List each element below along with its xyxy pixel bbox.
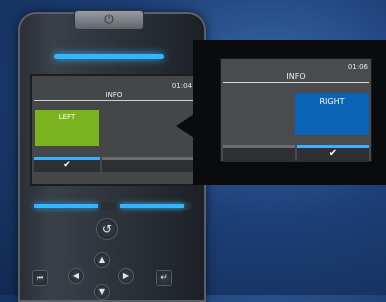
up-arrow-icon: ▲ [98,255,106,264]
left-arrow-icon: ◀ [72,271,80,280]
softkey-light-bar [32,202,192,210]
up-button[interactable]: ▲ [94,252,110,268]
left-arrow-button[interactable]: ◀ [68,268,84,284]
enter-icon: ↵ [160,273,168,283]
screen-title: INFO [105,91,123,99]
back-button[interactable]: ↺ [96,218,118,240]
rewind-button[interactable]: ⏮ [32,270,48,286]
power-button[interactable]: ⏻ [74,10,144,30]
screen-time: 01:04 [171,82,192,90]
check-icon: ✔ [328,148,338,159]
zoom-softkeys: ✔ [223,145,369,162]
rewind-icon: ⏮ [36,274,44,282]
top-indicator-light [54,54,164,59]
zoom-time: 01:06 [347,63,368,71]
right-softkey[interactable] [102,157,194,172]
left-softkey-light [34,204,98,208]
back-icon: ↺ [101,222,113,236]
left-button[interactable]: LEFT [35,110,99,146]
confirm-softkey-zoom[interactable]: ✔ [297,145,369,162]
right-arrow-icon: ▶ [122,271,130,280]
remote-control: ⏻ 01:04 INFO LEFT ✔ ↺ ▲ ◀ ▶ ▼ ⏮ ↵ [18,10,206,302]
zoom-title: INFO [286,72,306,81]
zoom-divider [223,82,369,83]
confirm-softkey[interactable]: ✔ [34,157,100,172]
right-arrow-button[interactable]: ▶ [118,268,134,284]
down-button[interactable]: ▼ [94,284,110,300]
remote-screen: 01:04 INFO LEFT ✔ [30,74,198,186]
check-icon: ✔ [63,160,71,170]
left-softkey[interactable] [223,145,295,162]
enter-button[interactable]: ↵ [156,270,172,286]
screen-softkeys: ✔ [34,157,194,172]
screen-divider [34,100,194,101]
right-button[interactable]: RIGHT [295,93,369,135]
product-illustration: ⏻ 01:04 INFO LEFT ✔ ↺ ▲ ◀ ▶ ▼ ⏮ ↵ 01:06 … [0,0,386,302]
zoomed-screen: 01:06 INFO RIGHT ✔ [220,58,372,162]
right-softkey-light [120,204,184,208]
power-icon: ⏻ [104,12,114,26]
callout-pointer [176,114,194,138]
